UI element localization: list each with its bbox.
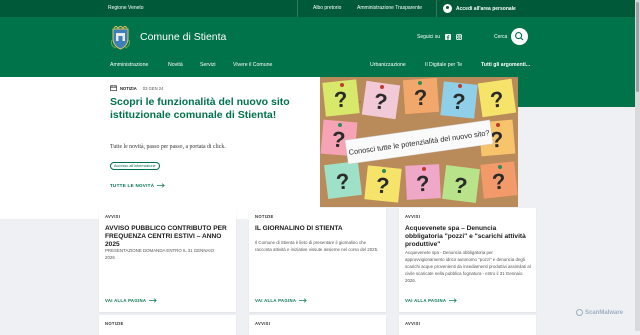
- hero-picture: ? ? ? ? ? ? ? ? ? ? ? ? Conosci tutte le…: [320, 77, 518, 207]
- card-link-label: VAI ALLA PAGINA: [255, 298, 297, 303]
- card-title[interactable]: Acquevenete spa – Denuncia obbligatoria …: [405, 225, 533, 249]
- news-card[interactable]: AVVISI Acquevenete spa – Denuncia obblig…: [399, 208, 536, 312]
- card-link[interactable]: VAI ALLA PAGINA: [105, 298, 158, 303]
- top-bar: Regione Veneto Albo pretorio Amministraz…: [0, 0, 640, 17]
- watermark: ScanMalware: [576, 309, 623, 316]
- arrow-right-icon: [149, 298, 158, 303]
- search-label: Cerca: [494, 34, 508, 40]
- arrow-right-icon: [157, 183, 165, 188]
- main-nav: Amministrazione Novità Servizi Vivere il…: [0, 62, 640, 74]
- news-card[interactable]: AVVISI: [249, 315, 386, 335]
- nav-item-il-digitale-per-te[interactable]: Il Digitale per Te: [425, 62, 462, 68]
- card-link[interactable]: VAI ALLA PAGINA: [405, 298, 458, 303]
- calendar-icon: [110, 85, 117, 91]
- nav-item-tutti-gli-argomenti[interactable]: Tutti gli argomenti...: [481, 62, 530, 68]
- instagram-icon[interactable]: [456, 34, 463, 40]
- card-link[interactable]: VAI ALLA PAGINA: [255, 298, 308, 303]
- nav-item-urbanizzazione[interactable]: Urbanizzazione: [370, 62, 406, 68]
- svg-text:?: ?: [491, 168, 507, 194]
- card-text: Il Comune di Stienta è lieto di presenta…: [255, 240, 379, 252]
- nav-item-amministrazione[interactable]: Amministrazione: [110, 62, 148, 68]
- hero-title[interactable]: Scopri le funzionalità del nuovo sito is…: [110, 96, 310, 122]
- site-title[interactable]: Comune di Stienta: [140, 31, 226, 43]
- search-button[interactable]: [511, 28, 528, 45]
- divider: [436, 0, 437, 17]
- hero-description: Tutte le novità, passo per passo, a port…: [110, 144, 226, 150]
- card-text: PRESENTAZIONE DOMANDA ENTRO IL 31 GENNAI…: [105, 248, 215, 260]
- topic-chip[interactable]: Accesso all'informazione: [110, 162, 160, 170]
- card-tag: AVVISI: [405, 321, 421, 326]
- social-label: Seguici su: [417, 34, 441, 40]
- user-icon: [443, 4, 452, 13]
- social-links: Seguici su: [417, 34, 463, 40]
- arrow-right-icon: [449, 298, 458, 303]
- card-tag: AVVISI: [405, 214, 421, 219]
- coat-of-arms-logo[interactable]: [110, 26, 131, 50]
- hero-date: 03 GEN 24: [142, 85, 164, 91]
- all-news-link[interactable]: TUTTE LE NOVITÀ: [110, 183, 165, 188]
- scrollbar[interactable]: [635, 0, 640, 331]
- svg-text:?: ?: [331, 126, 347, 152]
- nav-item-vivere-il-comune[interactable]: Vivere il Comune: [233, 62, 272, 68]
- news-card[interactable]: AVVISI: [399, 315, 536, 335]
- card-title[interactable]: AVVISO PUBBLICO CONTRIBUTO PER FREQUENZA…: [105, 225, 233, 249]
- login-button[interactable]: Accedi all'area personale: [443, 0, 516, 17]
- svg-text:?: ?: [415, 171, 430, 197]
- card-text: Acquevenete spa - Denuncia obbligatoria …: [405, 250, 531, 283]
- nav-item-servizi[interactable]: Servizi: [200, 62, 216, 68]
- arrow-right-icon: [299, 298, 308, 303]
- card-link-label: VAI ALLA PAGINA: [405, 298, 447, 303]
- card-tag: AVVISI: [105, 214, 121, 219]
- svg-text:?: ?: [413, 85, 428, 111]
- watermark-text: ScanMalware: [585, 309, 624, 316]
- svg-text:?: ?: [451, 88, 467, 114]
- login-label: Accedi all'area personale: [456, 5, 516, 12]
- watermark-icon: [576, 309, 583, 316]
- nav-item-novita[interactable]: Novità: [168, 62, 183, 68]
- news-card[interactable]: NOTIZIE: [99, 315, 236, 335]
- region-link[interactable]: Regione Veneto: [108, 5, 144, 11]
- card-tag: AVVISI: [255, 321, 271, 326]
- news-card[interactable]: NOTIZIE IL GIORNALINO DI STIENTA Il Comu…: [249, 208, 386, 312]
- hero-meta: NOTIZIA 03 GEN 24: [110, 85, 163, 91]
- hero-category: NOTIZIA: [120, 85, 137, 91]
- search-icon: [515, 32, 524, 41]
- svg-text:?: ?: [375, 172, 391, 198]
- all-news-label: TUTTE LE NOVITÀ: [110, 183, 155, 188]
- card-tag: NOTIZIE: [105, 321, 124, 326]
- card-link-label: VAI ALLA PAGINA: [105, 298, 147, 303]
- card-title[interactable]: IL GIORNALINO DI STIENTA: [255, 225, 383, 233]
- card-tag: NOTIZIE: [255, 214, 274, 219]
- svg-text:?: ?: [333, 86, 349, 112]
- news-card[interactable]: AVVISI AVVISO PUBBLICO CONTRIBUTO PER FR…: [99, 208, 236, 312]
- scrollbar-thumb[interactable]: [636, 2, 639, 92]
- facebook-icon[interactable]: [445, 34, 452, 40]
- amministrazione-trasparente-link[interactable]: Amministrazione Trasparente: [357, 5, 422, 11]
- albo-pretorio-link[interactable]: Albo pretorio: [313, 5, 341, 11]
- hero-image[interactable]: ? ? ? ? ? ? ? ? ? ? ? ? Conosci tutte le…: [320, 77, 518, 207]
- divider: [297, 0, 298, 17]
